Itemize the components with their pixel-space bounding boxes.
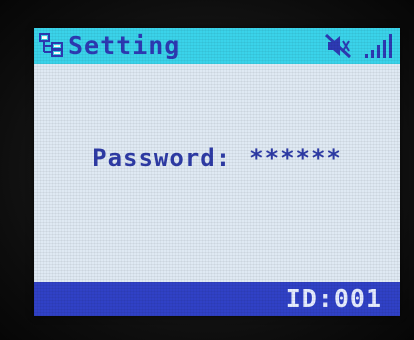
speaker-muted-icon: [324, 33, 352, 59]
status-bar: ID:001: [34, 282, 400, 316]
password-label: Password:: [92, 144, 232, 172]
lcd-screen: Setting Password: ****** ID:001: [34, 28, 400, 316]
title-bar: Setting: [34, 28, 400, 64]
device-id: ID:001: [285, 284, 382, 313]
network-settings-icon: [39, 33, 63, 57]
password-field[interactable]: Password: ******: [34, 142, 400, 174]
screen-title: Setting: [68, 31, 181, 60]
signal-strength-icon: [365, 34, 392, 58]
password-value[interactable]: ******: [249, 144, 342, 172]
